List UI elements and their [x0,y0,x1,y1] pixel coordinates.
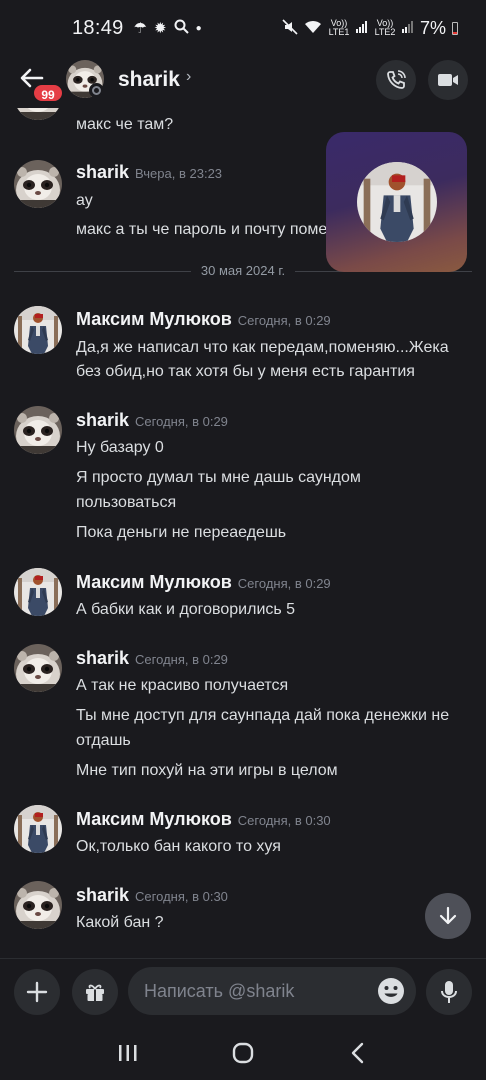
arrow-down-icon [439,906,457,925]
avatar[interactable] [14,881,62,929]
message-composer: Написать @sharik [0,958,486,1026]
message-author[interactable]: Максим Мулюков Сегодня, в 0:29 [76,572,331,593]
message-author[interactable]: sharik Сегодня, в 0:30 [76,885,228,906]
voice-message-button[interactable] [426,969,472,1015]
mute-icon [282,18,298,38]
status-time: 18:49 [72,16,124,39]
signal-icon [355,20,368,36]
message-timestamp: Вчера, в 23:23 [135,166,223,181]
message-timestamp: Сегодня, в 0:30 [135,889,228,904]
search-icon [174,19,189,38]
message-text: Я просто думал ты мне дашь саундом [76,469,361,486]
status-icons: ☂ ✹ ● [134,19,202,38]
author-name[interactable]: sharik [76,410,129,430]
plus-icon [26,981,48,1003]
author-name[interactable]: Максим Мулюков [76,309,232,329]
emoji-button[interactable] [376,976,406,1006]
sun-icon: ✹ [154,20,167,37]
message-input-placeholder: Написать @sharik [144,980,295,1001]
battery-icon [452,21,458,35]
message-text: Пока деньги не переаедешь [76,524,287,541]
chat-header: 99 sharik › [0,56,486,108]
signal-icon [401,20,414,36]
chevron-left-icon [352,1042,364,1064]
recent-apps-button[interactable] [108,1033,148,1073]
call-preview-tile[interactable] [326,132,467,272]
scroll-to-bottom-button[interactable] [425,893,471,939]
camera-icon [438,74,458,86]
status-right: Vo)) LTE1 Vo)) LTE2 7% [282,18,458,39]
offline-status-icon [89,83,104,98]
smiley-icon [378,978,404,1004]
page-title[interactable]: sharik [118,68,180,92]
wifi-icon [304,20,322,37]
umbrella-icon: ☂ [133,20,148,37]
message-text: Ок,только бан какого то хуя [76,838,281,855]
avatar[interactable] [14,306,62,354]
avatar[interactable] [14,805,62,853]
message-author[interactable]: sharik Сегодня, в 0:29 [76,410,228,431]
voice-call-button[interactable] [376,60,416,100]
sim2-label: Vo)) LTE2 [374,18,396,37]
home-button[interactable] [223,1033,263,1073]
message-author[interactable]: Максим Мулюков Сегодня, в 0:30 [76,809,331,830]
message-timestamp: Сегодня, в 0:30 [237,813,331,828]
microphone-icon [441,981,457,1003]
avatar[interactable] [14,406,62,454]
avatar [357,162,437,242]
back-nav-button[interactable] [338,1033,378,1073]
gift-icon [86,984,104,1001]
sim1-label: Vo)) LTE1 [328,18,350,37]
video-call-button[interactable] [428,60,468,100]
status-bar: 18:49 ☂ ✹ ● Vo)) LTE1 Vo)) LTE2 7% [0,0,486,56]
recents-icon [118,1045,137,1061]
message-timestamp: Сегодня, в 0:29 [135,652,228,667]
author-name[interactable]: Максим Мулюков [76,809,232,829]
message-author[interactable]: Максим Мулюков Сегодня, в 0:29 [76,309,331,330]
message-text: отдашь [76,732,131,749]
attach-button[interactable] [14,969,60,1015]
message-text: пользоваться [76,494,177,511]
message-timestamp: Сегодня, в 0:29 [237,313,331,328]
message-author[interactable]: sharik Вчера, в 23:23 [76,162,222,183]
phone-icon [387,70,406,89]
author-name[interactable]: sharik [76,162,129,182]
message-text: А бабки как и договорились 5 [76,601,296,618]
avatar[interactable] [14,160,62,208]
message-text: Мне тип похуй на эти игры в целом [76,762,338,779]
message-text: Ты мне доступ для саунпада дай пока дене… [76,707,450,724]
message-text: А так не красиво получается [76,677,289,694]
message-author[interactable]: sharik Сегодня, в 0:29 [76,648,228,669]
message-text: Какой бан ? [76,914,164,931]
message-timestamp: Сегодня, в 0:29 [135,414,228,429]
date-divider-label: 30 мая 2024 г. [200,263,286,278]
message-text: Ну базару 0 [76,439,164,456]
avatar[interactable] [14,108,62,120]
chevron-right-icon[interactable]: › [186,68,191,86]
avatar[interactable] [14,644,62,692]
message-text: Да,я же написал что как передам,поменяю.… [76,339,449,356]
system-nav-bar [0,1026,486,1080]
avatar[interactable] [14,568,62,616]
author-name[interactable]: sharik [76,885,129,905]
message-timestamp: Сегодня, в 0:29 [237,576,331,591]
author-name[interactable]: Максим Мулюков [76,572,232,592]
author-name[interactable]: sharik [76,648,129,668]
gift-button[interactable] [72,969,118,1015]
dot-icon: ● [195,22,202,34]
unread-badge: 99 [32,83,64,103]
home-icon [232,1042,254,1064]
message-input[interactable]: Написать @sharik [128,967,416,1015]
battery-percent: 7% [419,17,446,38]
message-text: без обид,но так хотя бы у меня есть гара… [76,363,415,380]
